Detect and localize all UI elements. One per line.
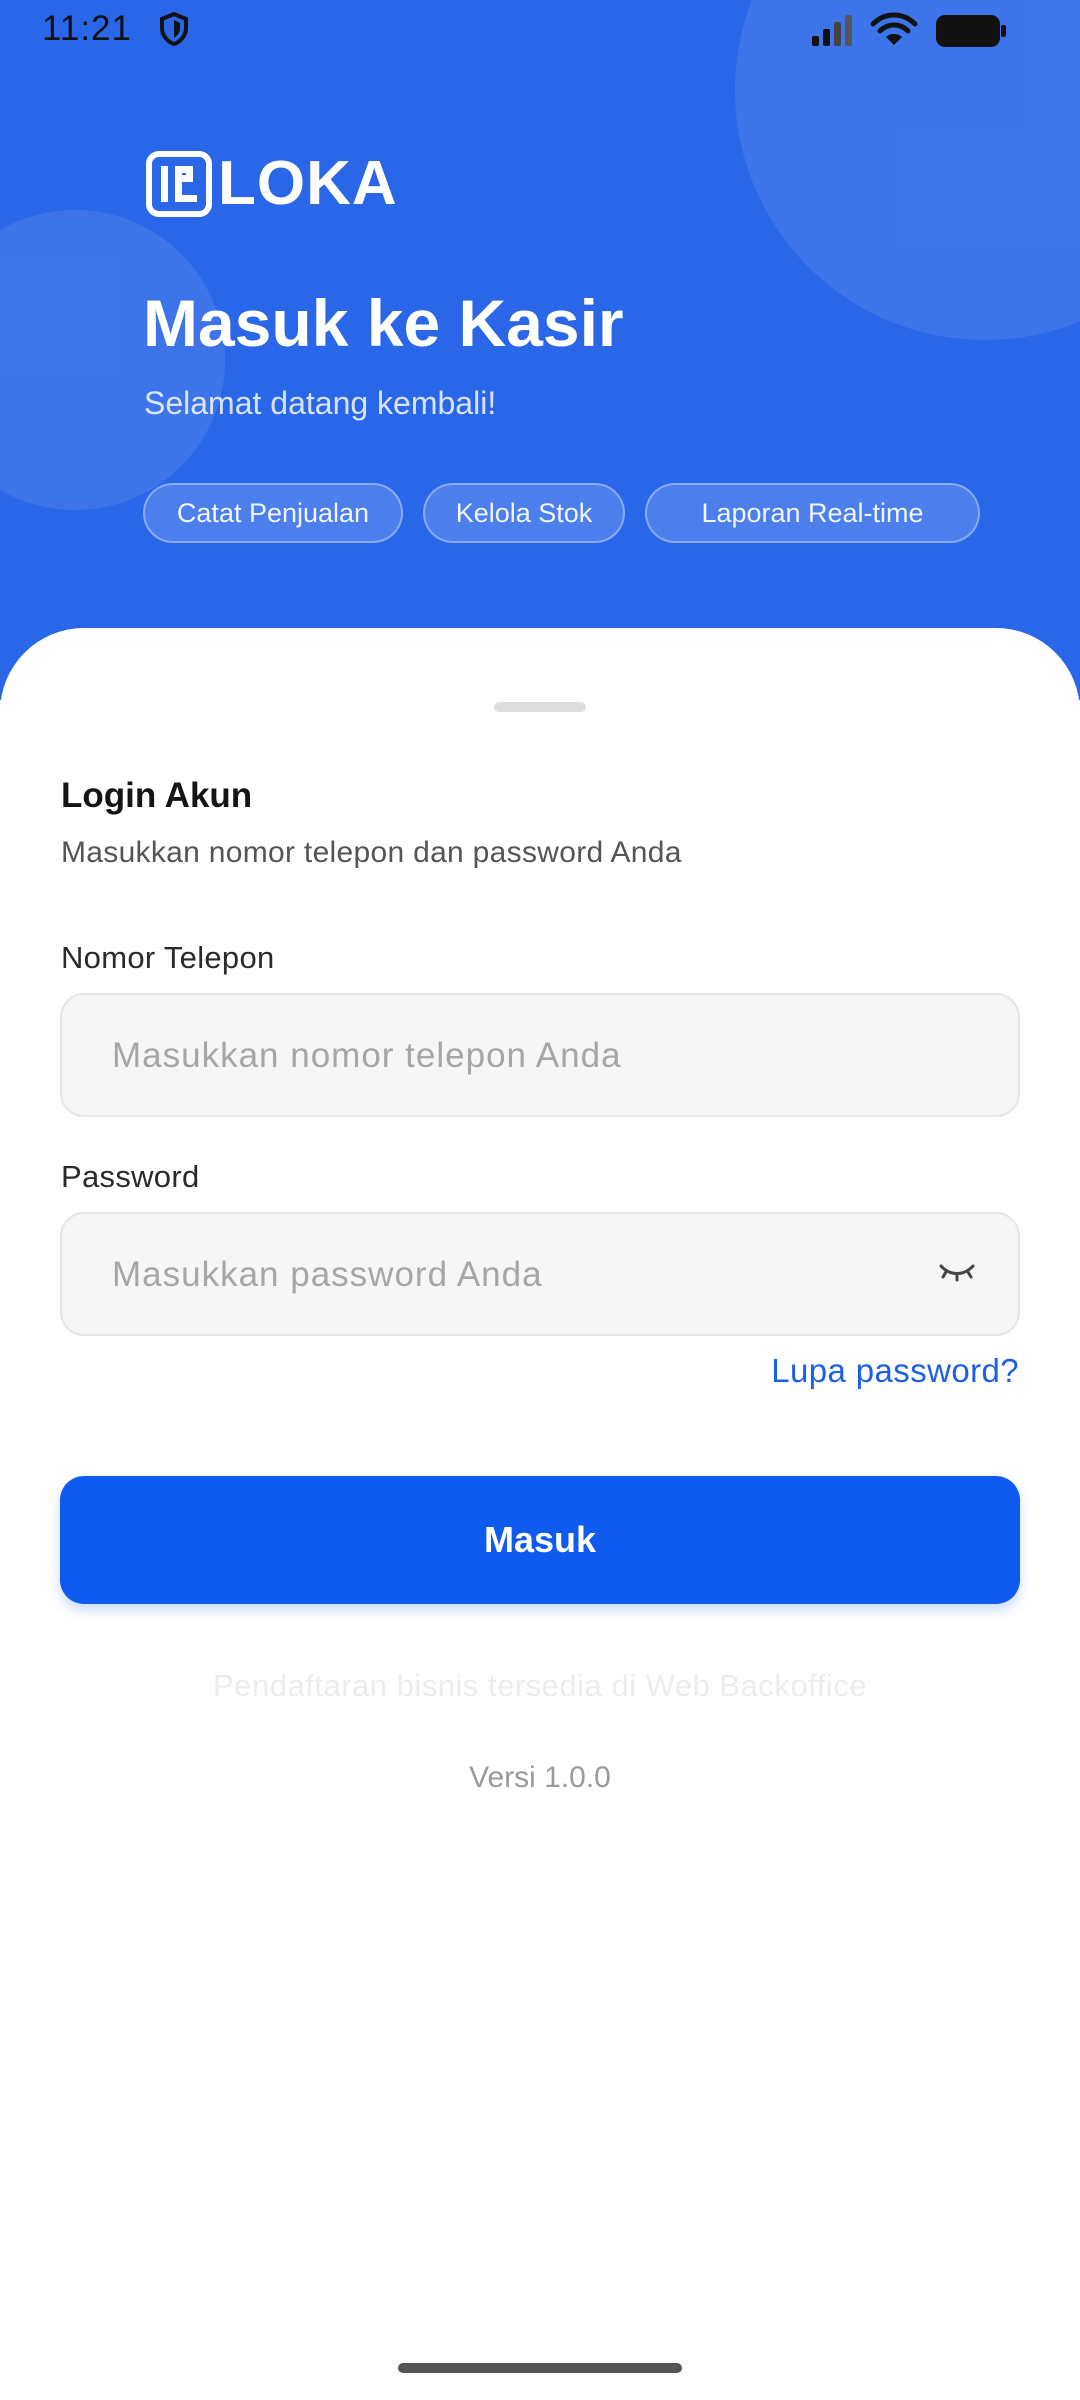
register-note: Pendaftaran bisnis tersedia di Web Backo… [213,1668,867,1703]
feature-chip-reports: Laporan Real-time [645,483,980,543]
status-bar: 11:21 [0,0,1080,60]
home-indicator[interactable] [398,2363,682,2373]
hero-header: 11:21 LOKA Masuk ke Kasir Selamat datang… [0,0,1080,700]
login-button[interactable]: Masuk [60,1476,1020,1604]
feature-chip-sales: Catat Penjualan [143,483,403,543]
login-sheet: Login Akun Masukkan nomor telepon dan pa… [0,628,1080,2400]
app-logo: LOKA [146,148,398,219]
password-label: Password [61,1159,200,1194]
feature-chip-stock: Kelola Stok [423,483,625,543]
password-input[interactable] [110,1214,914,1336]
signal-icon [810,14,858,55]
phone-input[interactable] [110,995,914,1117]
sheet-drag-handle[interactable] [494,702,586,712]
battery-icon [935,14,1007,57]
wifi-icon [870,12,918,57]
form-subtitle: Masukkan nomor telepon dan password Anda [61,836,682,869]
loka-logo-icon [146,150,212,217]
page-title: Masuk ke Kasir [143,286,624,360]
password-field-container[interactable] [60,1212,1020,1336]
phone-label: Nomor Telepon [61,940,275,975]
forgot-password-link[interactable]: Lupa password? [771,1352,1019,1390]
form-title: Login Akun [61,776,253,815]
page-subtitle: Selamat datang kembali! [144,385,497,421]
shield-icon [158,11,190,56]
eye-closed-icon[interactable] [938,1260,976,1289]
status-time: 11:21 [42,9,132,48]
phone-field-container[interactable] [60,993,1020,1117]
logo-text: LOKA [218,149,398,218]
version-text: Versi 1.0.0 [469,1761,611,1794]
